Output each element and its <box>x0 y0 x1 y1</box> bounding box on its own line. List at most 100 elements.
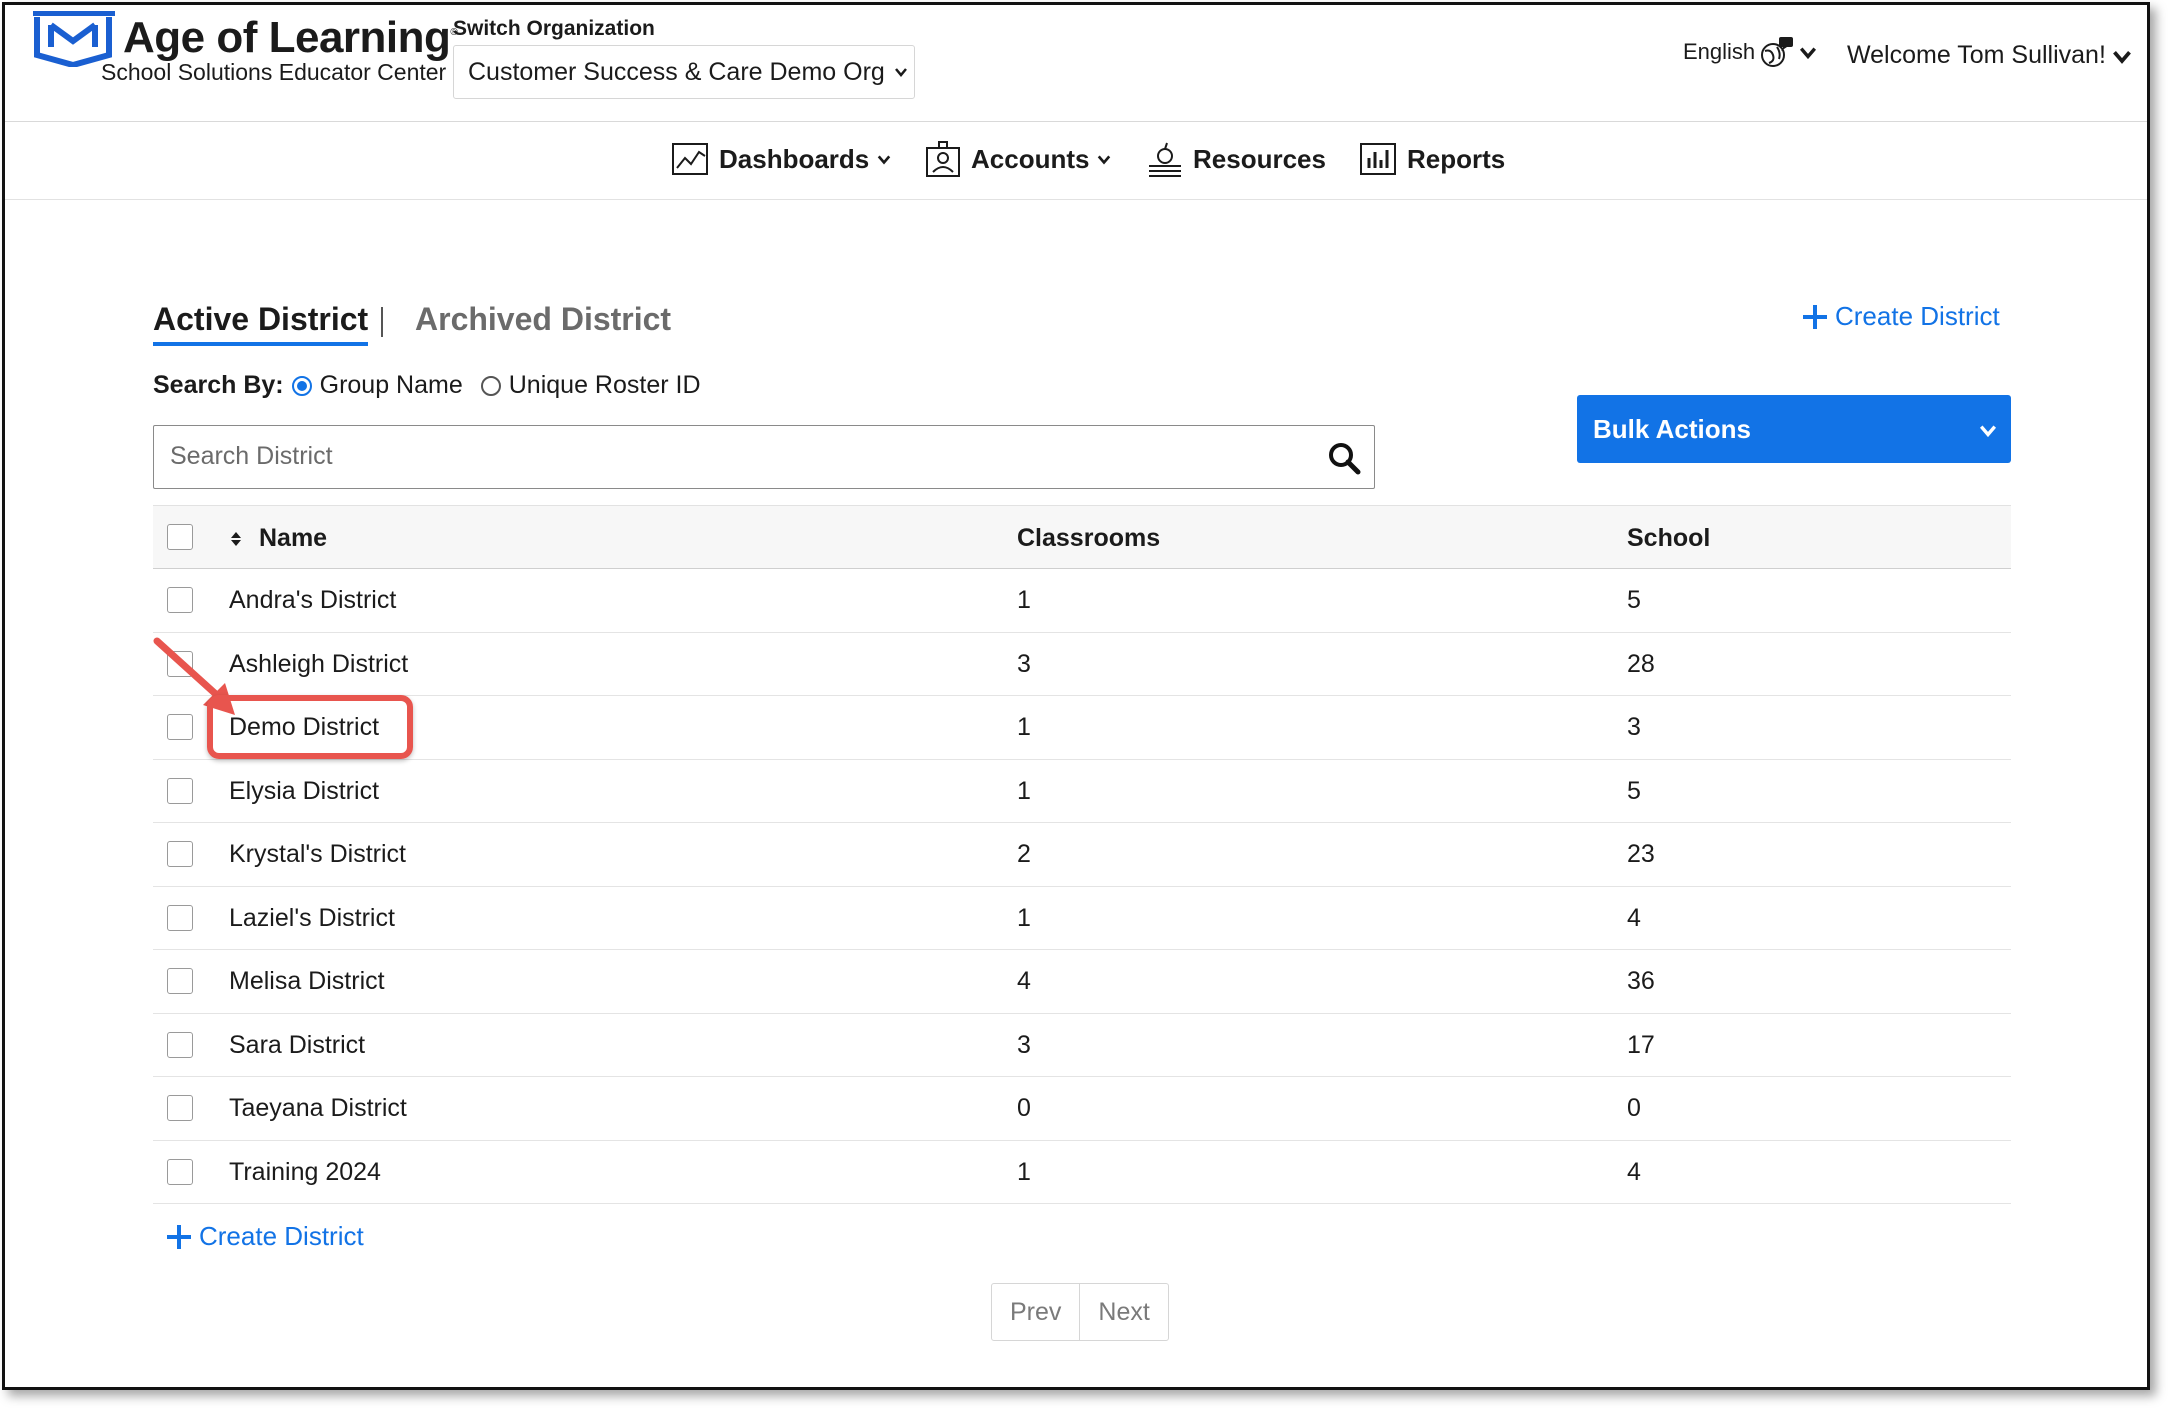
table-row: Laziel's District 1 4 <box>153 887 2011 950</box>
table-row: Krystal's District 2 23 <box>153 823 2011 887</box>
radio-unique-roster-id[interactable]: Unique Roster ID <box>480 371 701 400</box>
user-menu[interactable]: Welcome Tom Sullivan! <box>1847 41 2132 70</box>
welcome-text: Welcome Tom Sullivan! <box>1847 41 2106 69</box>
table-row: Ashleigh District 3 28 <box>153 633 2011 696</box>
search-input[interactable] <box>154 426 1274 486</box>
nav-reports-label: Reports <box>1407 143 1506 174</box>
school-count: 0 <box>1627 1094 1641 1122</box>
next-button[interactable]: Next <box>1079 1284 1167 1340</box>
radio-unique-roster-id-label: Unique Roster ID <box>508 371 701 399</box>
create-district-link-top[interactable]: Create District <box>1801 301 2000 332</box>
nav-dashboards[interactable]: Dashboards <box>671 140 891 178</box>
row-checkbox[interactable] <box>167 1095 193 1121</box>
classrooms-count: 1 <box>1017 713 1031 741</box>
nav-accounts[interactable]: Accounts <box>923 140 1111 178</box>
create-district-label: Create District <box>199 1221 364 1251</box>
bulk-actions-label: Bulk Actions <box>1593 413 1751 444</box>
tab-active-district[interactable]: Active District <box>153 301 369 346</box>
school-count: 5 <box>1627 776 1641 805</box>
nav-reports[interactable]: Reports <box>1359 140 1505 178</box>
row-checkbox[interactable] <box>167 1031 193 1058</box>
chevron-down-icon <box>1979 425 1997 438</box>
classrooms-count: 0 <box>1017 1094 1031 1122</box>
globe-chat-icon <box>1761 37 1794 67</box>
nav-accounts-label: Accounts <box>971 143 1090 174</box>
header-name[interactable]: Name <box>259 524 327 553</box>
nav-dashboards-label: Dashboards <box>719 143 870 174</box>
school-count: 28 <box>1627 649 1655 678</box>
plus-icon <box>1803 304 1827 329</box>
radio-unique-roster-id-button[interactable] <box>480 375 501 396</box>
chevron-down-icon <box>1800 47 1817 60</box>
table-row: Taeyana District 0 0 <box>153 1077 2011 1141</box>
search-icon[interactable] <box>1326 440 1362 476</box>
accounts-icon <box>926 141 960 177</box>
row-checkbox[interactable] <box>167 968 193 994</box>
school-count: 4 <box>1627 1157 1641 1186</box>
district-name-link[interactable]: Taeyana District <box>229 1094 407 1123</box>
row-checkbox[interactable] <box>167 587 193 613</box>
table-row: Training 2024 1 4 <box>153 1141 2011 1204</box>
top-header: Age of Learning® School Solutions Educat… <box>5 5 2147 122</box>
switch-organization-label: Switch Organization <box>453 17 655 40</box>
bulk-actions-dropdown[interactable]: Bulk Actions <box>1577 395 2011 463</box>
sort-icon[interactable] <box>229 530 243 548</box>
app-window: Age of Learning® School Solutions Educat… <box>2 2 2150 1390</box>
table-row: Andra's District 1 5 <box>153 569 2011 633</box>
classrooms-count: 3 <box>1017 649 1031 678</box>
chart-icon <box>672 143 708 175</box>
create-district-link-bottom[interactable]: Create District <box>165 1221 364 1252</box>
language-label: English <box>1683 39 1756 64</box>
district-name-link[interactable]: Melisa District <box>229 967 385 996</box>
classrooms-count: 1 <box>1017 903 1031 932</box>
chevron-down-icon <box>878 155 891 165</box>
prev-button[interactable]: Prev <box>992 1284 1079 1340</box>
search-by-label: Search By: <box>153 371 284 399</box>
organization-select[interactable]: Customer Success & Care Demo Org <box>453 45 915 99</box>
school-count: 5 <box>1627 586 1641 614</box>
district-name-link[interactable]: Sara District <box>229 1031 365 1060</box>
district-name-link[interactable]: Laziel's District <box>229 904 395 933</box>
district-table: Name Classrooms School Andra's District 1… <box>153 505 2011 1204</box>
table-row: Elysia District 1 5 <box>153 760 2011 823</box>
table-header: Name Classrooms School <box>153 505 2011 569</box>
nav-resources[interactable]: Resources <box>1145 140 1326 178</box>
row-checkbox[interactable] <box>167 777 193 804</box>
school-count: 4 <box>1627 903 1641 932</box>
search-by-group: Search By: Group Name Unique Roster ID <box>153 371 719 400</box>
row-checkbox[interactable] <box>167 841 193 867</box>
chevron-down-icon <box>2112 50 2131 64</box>
district-name-link[interactable]: Andra's District <box>229 586 396 615</box>
classrooms-count: 2 <box>1017 840 1031 868</box>
school-count: 36 <box>1627 967 1655 995</box>
select-all-checkbox[interactable] <box>167 524 193 550</box>
row-checkbox[interactable] <box>167 904 193 931</box>
brand-title: Age of Learning® <box>123 13 458 62</box>
classrooms-count: 1 <box>1017 776 1031 805</box>
organization-select-value: Customer Success & Care Demo Org <box>468 57 885 86</box>
district-name-link[interactable]: Training 2024 <box>229 1158 381 1187</box>
school-count: 3 <box>1627 713 1641 741</box>
district-name-link[interactable]: Elysia District <box>229 777 379 806</box>
classrooms-count: 1 <box>1017 586 1031 614</box>
language-selector[interactable]: English <box>1683 35 1817 69</box>
header-school: School <box>1627 524 1711 552</box>
search-district-box <box>153 425 1375 489</box>
reports-icon <box>1360 143 1396 175</box>
brand-subtitle: School Solutions Educator Center <box>101 59 447 85</box>
nav-resources-label: Resources <box>1193 143 1326 174</box>
radio-group-name-button[interactable] <box>291 375 312 396</box>
radio-group-name-label: Group Name <box>319 371 463 399</box>
tab-archived-district[interactable]: Archived District <box>415 301 671 338</box>
classrooms-count: 1 <box>1017 1157 1031 1186</box>
main-nav: Dashboards Accounts Resources Reports <box>5 122 2147 200</box>
chevron-down-icon <box>1098 155 1111 165</box>
classrooms-count: 4 <box>1017 967 1031 995</box>
district-name-link[interactable]: Krystal's District <box>229 840 406 869</box>
school-count: 17 <box>1627 1030 1655 1059</box>
row-checkbox[interactable] <box>167 1158 193 1185</box>
district-name-link[interactable]: Ashleigh District <box>229 650 408 679</box>
pagination: Prev Next <box>991 1283 1169 1341</box>
radio-group-name[interactable]: Group Name <box>291 371 463 400</box>
tab-divider <box>381 307 383 337</box>
